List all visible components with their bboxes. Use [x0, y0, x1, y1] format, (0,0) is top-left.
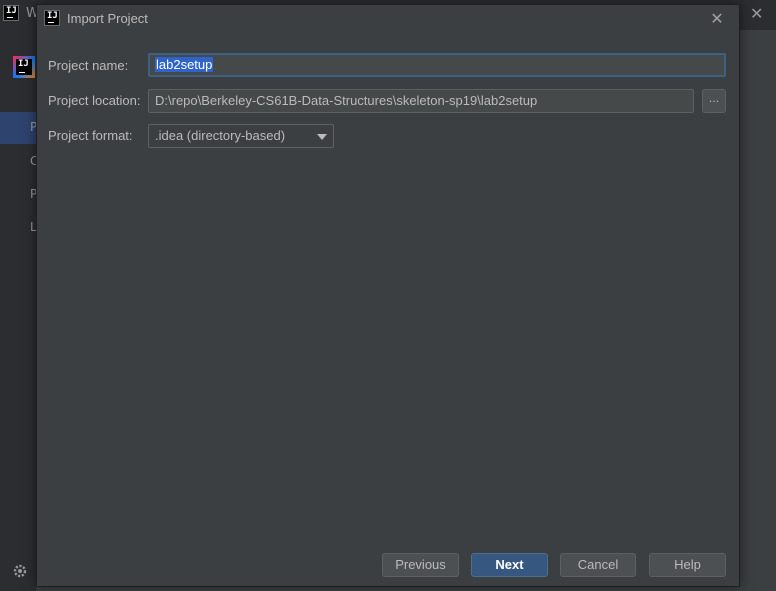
project-format-label: Project format:: [48, 128, 133, 143]
project-location-input[interactable]: D:\repo\Berkeley-CS61B-Data-Structures\s…: [148, 89, 694, 113]
project-format-select[interactable]: .idea (directory-based): [148, 124, 334, 148]
dialog-title: Import Project: [67, 11, 148, 26]
previous-button[interactable]: Previous: [382, 553, 459, 577]
next-button[interactable]: Next: [471, 553, 548, 577]
welcome-close-icon[interactable]: ✕: [750, 4, 763, 23]
help-button[interactable]: Help: [649, 553, 726, 577]
project-location-value: D:\repo\Berkeley-CS61B-Data-Structures\s…: [155, 93, 538, 108]
gear-icon[interactable]: [12, 563, 28, 579]
intellij-logo-icon: IJ: [44, 10, 60, 26]
project-name-label: Project name:: [48, 58, 129, 73]
project-name-value: lab2setup: [155, 57, 214, 72]
close-icon[interactable]: ✕: [707, 9, 727, 29]
chevron-down-icon: [317, 134, 327, 140]
intellij-large-logo-icon: IJ: [13, 56, 35, 78]
import-project-dialog: IJ Import Project ✕ Project name: lab2se…: [36, 4, 740, 587]
browse-button[interactable]: ...: [702, 89, 726, 113]
project-location-label: Project location:: [48, 93, 141, 108]
intellij-logo-icon: IJ: [3, 5, 19, 21]
dialog-titlebar: IJ Import Project ✕: [37, 5, 739, 35]
cancel-button[interactable]: Cancel: [560, 553, 636, 577]
project-format-value: .idea (directory-based): [155, 128, 286, 143]
project-name-input[interactable]: lab2setup: [148, 53, 726, 77]
